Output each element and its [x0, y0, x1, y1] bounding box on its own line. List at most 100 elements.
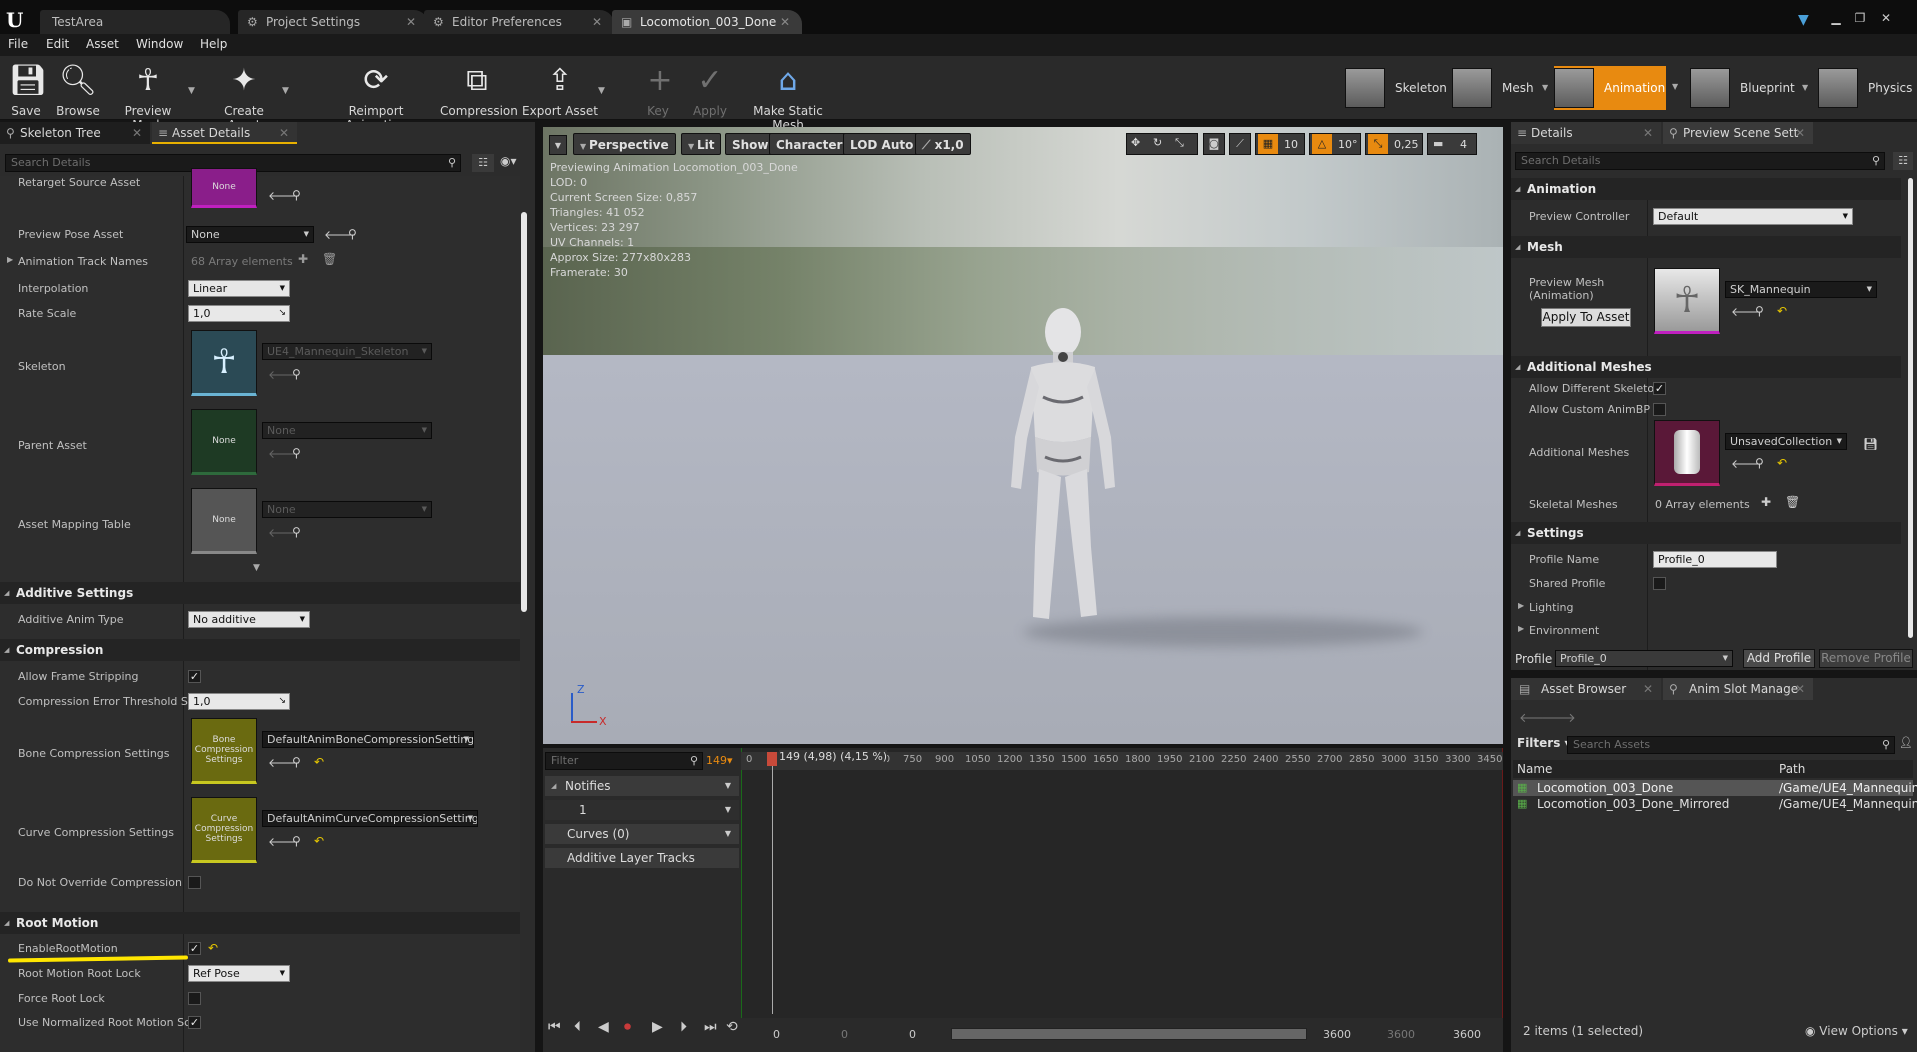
mode-skeleton[interactable]: Skeleton [1345, 66, 1447, 110]
reset-arrow-icon[interactable]: ↘ [278, 306, 286, 321]
close-icon[interactable]: ✕ [406, 10, 416, 34]
view-end-value[interactable]: 3600 [1453, 1028, 1481, 1041]
trash-icon[interactable]: 🗑︎ [1785, 495, 1800, 509]
show-button[interactable]: Show [725, 133, 776, 155]
compression-error-threshold-input[interactable]: 1,0 ↘ [188, 693, 290, 710]
mesh-header[interactable]: Mesh [1511, 236, 1901, 258]
expand-arrow-icon[interactable]: ▶ [1518, 624, 1524, 633]
curves-track[interactable]: Curves (0) ▼ [545, 824, 739, 844]
close-icon[interactable]: ✕ [1795, 122, 1805, 144]
lighting-group[interactable]: Lighting [1529, 601, 1573, 614]
do-not-override-compression-checkbox[interactable] [188, 876, 201, 889]
menu-asset[interactable]: Asset [86, 37, 119, 51]
filters-button[interactable]: Filters ▾ [1517, 736, 1571, 750]
apply-button[interactable]: ✓ Apply [690, 60, 730, 118]
save-button[interactable]: 💾︎ Save [8, 60, 47, 118]
step-back-icon[interactable]: ⏴︎ [574, 1019, 581, 1035]
reset-to-default-icon[interactable]: ↶ [314, 755, 324, 769]
export-dropdown-icon[interactable]: ▼ [598, 86, 605, 96]
view-options-icon[interactable]: ☷ [472, 154, 494, 172]
details-scrollbar[interactable] [1908, 178, 1913, 638]
preview-mesh-combo[interactable]: SK_Mannequin [1725, 281, 1877, 298]
shared-profile-checkbox[interactable] [1653, 577, 1666, 590]
menu-file[interactable]: File [8, 37, 28, 51]
forward-arrow-icon[interactable]: 🡒 [1541, 710, 1576, 726]
preview-mesh-thumbnail[interactable]: ☥ [1654, 268, 1720, 334]
parent-asset-thumbnail[interactable]: None [191, 409, 257, 475]
trash-icon[interactable]: 🗑︎ [322, 252, 337, 266]
menu-window[interactable]: Window [136, 37, 183, 51]
root-motion-header[interactable]: Root Motion [0, 912, 520, 934]
search-assets-input[interactable]: Search Assets ⚲ [1567, 736, 1895, 754]
chevron-down-icon[interactable]: ▼ [725, 800, 731, 820]
playback-speed-button[interactable]: ⟋ x1,0 [915, 133, 971, 155]
key-button[interactable]: + Key [640, 60, 676, 118]
asset-row[interactable]: ▦ Locomotion_003_Done_Mirrored /Game/UE4… [1513, 796, 1917, 812]
tab-testarea[interactable]: TestArea [40, 10, 230, 34]
loop-icon[interactable]: ⟲ [726, 1019, 738, 1035]
browse-magnifier-icon[interactable]: ⚲ [1755, 304, 1764, 318]
menu-edit[interactable]: Edit [46, 37, 69, 51]
notification-icon[interactable]: ▼ [1798, 12, 1809, 28]
additive-settings-header[interactable]: Additive Settings [0, 582, 520, 604]
additive-layer-tracks[interactable]: Additive Layer Tracks [545, 848, 739, 868]
save-collection-icon[interactable]: 💾︎ [1863, 437, 1878, 451]
scale-icon[interactable]: ⤡ [1175, 136, 1184, 150]
step-forward-icon[interactable]: ⏵︎ [680, 1019, 687, 1035]
additive-anim-type-combo[interactable]: No additive [188, 611, 310, 628]
expand-arrow-icon[interactable]: ▶ [7, 255, 13, 264]
tab-editor-preferences[interactable]: ⚙ Editor Preferences ✕ [424, 10, 614, 34]
allow-frame-stripping-checkbox[interactable]: ✓ [188, 670, 201, 683]
working-end-value[interactable]: 3600 [1387, 1028, 1415, 1041]
browse-magnifier-icon[interactable]: ⚲ [292, 188, 301, 202]
close-icon[interactable]: ✕ [132, 122, 142, 144]
playback-start-value[interactable]: 0 [909, 1028, 916, 1041]
reset-arrow-icon[interactable]: ↘ [278, 694, 286, 709]
mode-mesh[interactable]: Mesh ▼ [1452, 66, 1548, 110]
allow-custom-animbp-checkbox[interactable] [1653, 403, 1666, 416]
user-icon[interactable]: 👤︎ [1899, 736, 1913, 749]
timeline-filter-input[interactable]: Filter ⚲ [545, 752, 703, 770]
bone-compression-thumbnail[interactable]: Bone Compression Settings [191, 718, 257, 784]
close-icon[interactable]: ✕ [592, 10, 602, 34]
asset-mapping-thumbnail[interactable]: None [191, 488, 257, 554]
tab-anim-slot-manager[interactable]: ⚲ Anim Slot Manage ✕ [1663, 678, 1813, 700]
enable-root-motion-checkbox[interactable]: ✓ [188, 942, 201, 955]
close-icon[interactable]: ✕ [1795, 678, 1805, 700]
reset-to-default-icon[interactable]: ↶ [208, 941, 218, 955]
browse-button[interactable]: 🔍︎ Browse [56, 60, 100, 118]
chevron-down-icon[interactable]: ▼ [725, 776, 731, 796]
environment-group[interactable]: Environment [1529, 624, 1599, 637]
allow-different-skeleton-checkbox[interactable]: ✓ [1653, 382, 1666, 395]
add-element-icon[interactable]: ✚ [298, 252, 308, 266]
chevron-down-icon[interactable]: ▼ [1672, 82, 1678, 91]
curve-compression-combo[interactable]: DefaultAnimCurveCompressionSettings [262, 810, 478, 827]
retarget-source-thumbnail[interactable]: None [191, 168, 257, 208]
mode-physics[interactable]: Physics [1818, 66, 1914, 110]
create-asset-dropdown-icon[interactable]: ▼ [282, 86, 289, 96]
to-start-icon[interactable]: ⏮ [548, 1019, 561, 1035]
additional-meshes-header[interactable]: Additional Meshes [1511, 356, 1901, 378]
rate-scale-input[interactable]: 1,0 ↘ [188, 305, 290, 322]
apply-to-asset-button[interactable]: Apply To Asset [1541, 308, 1631, 327]
additional-meshes-thumbnail[interactable] [1654, 420, 1720, 486]
playback-end-value[interactable]: 3600 [1323, 1028, 1351, 1041]
playhead-marker[interactable] [767, 752, 777, 766]
working-start-value[interactable]: 0 [841, 1028, 848, 1041]
menu-help[interactable]: Help [200, 37, 227, 51]
browse-magnifier-icon[interactable]: ⚲ [292, 525, 301, 539]
notifies-track[interactable]: ◢ Notifies ▼ [545, 776, 739, 796]
rotate-icon[interactable]: ↻ [1153, 136, 1162, 149]
asset-mapping-combo[interactable]: None [262, 501, 432, 518]
animation-header[interactable]: Animation [1511, 178, 1901, 200]
export-asset-button[interactable]: ⇪ Export Asset [522, 60, 598, 118]
mode-blueprint[interactable]: Blueprint ▼ [1690, 66, 1808, 110]
record-icon[interactable]: ⏺ [624, 1019, 631, 1035]
perspective-button[interactable]: ▼ Perspective [573, 133, 676, 155]
play-reverse-icon[interactable]: ◀ [598, 1019, 609, 1035]
force-root-lock-checkbox[interactable] [188, 992, 201, 1005]
close-window-button[interactable]: ✕ [1876, 10, 1896, 26]
expand-arrow-icon[interactable]: ▶ [1518, 601, 1524, 610]
details-search-input[interactable]: Search Details ⚲ [1515, 152, 1885, 170]
use-normalized-root-motion-checkbox[interactable]: ✓ [188, 1016, 201, 1029]
